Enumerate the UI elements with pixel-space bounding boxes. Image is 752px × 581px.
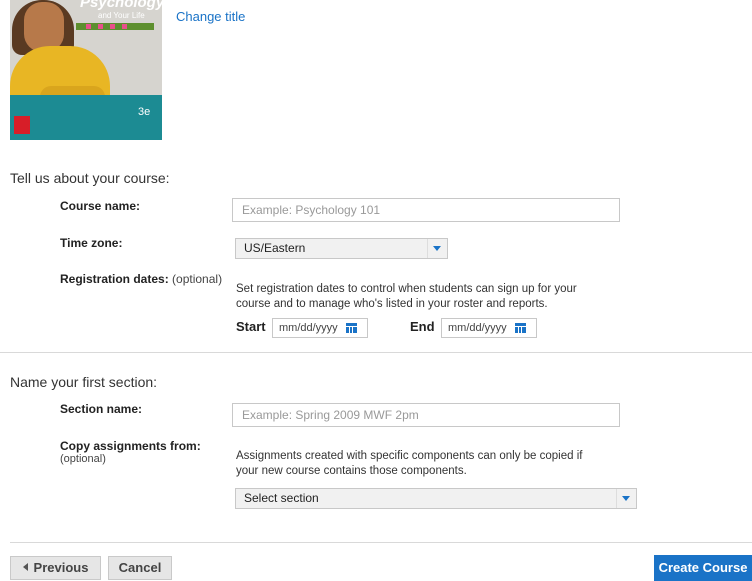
end-date-label: End <box>410 319 435 334</box>
calendar-icon[interactable] <box>346 323 357 333</box>
course-name-label: Course name: <box>60 199 141 213</box>
copy-section-select[interactable]: Select section <box>235 488 637 509</box>
time-zone-select[interactable]: US/Eastern <box>235 238 448 259</box>
course-name-input[interactable]: Example: Psychology 101 <box>232 198 620 222</box>
calendar-icon[interactable] <box>515 323 526 333</box>
section-divider <box>0 352 752 353</box>
book-title: Psychology <box>80 0 162 11</box>
copy-optional: (optional) <box>60 453 106 465</box>
copy-assignments-label: Copy assignments from: (optional) <box>60 439 201 466</box>
book-edition: 3e <box>138 106 151 118</box>
change-title-link[interactable]: Change title <box>176 9 245 24</box>
chevron-down-icon <box>427 239 447 258</box>
footer-divider <box>10 542 752 543</box>
copy-section-value: Select section <box>244 491 319 505</box>
cancel-button[interactable]: Cancel <box>108 556 172 580</box>
registration-help-text: Set registration dates to control when s… <box>236 283 577 310</box>
start-date-input[interactable]: mm/dd/yyyy <box>272 318 368 338</box>
course-section-heading: Tell us about your course: <box>10 170 170 186</box>
start-date-label: Start <box>236 319 266 334</box>
create-course-button[interactable]: Create Course <box>654 555 752 581</box>
book-cover-image: Psychology and Your Life 3e <box>10 0 162 140</box>
time-zone-value: US/Eastern <box>244 241 306 255</box>
chevron-down-icon <box>616 489 636 508</box>
book-subtitle: and Your Life <box>98 11 145 20</box>
first-section-heading: Name your first section: <box>10 374 158 390</box>
registration-dates-label: Registration dates: (optional) <box>60 272 223 286</box>
publisher-logo <box>14 116 30 134</box>
section-name-input[interactable]: Example: Spring 2009 MWF 2pm <box>232 403 620 427</box>
registration-optional: (optional) <box>172 272 223 286</box>
time-zone-label: Time zone: <box>60 236 123 250</box>
section-name-label: Section name: <box>60 402 143 416</box>
copy-help-text: Assignments created with specific compon… <box>236 450 583 477</box>
end-date-input[interactable]: mm/dd/yyyy <box>441 318 537 338</box>
chevron-left-icon <box>22 563 28 571</box>
cover-stripe <box>76 23 154 30</box>
previous-button[interactable]: Previous <box>10 556 101 580</box>
